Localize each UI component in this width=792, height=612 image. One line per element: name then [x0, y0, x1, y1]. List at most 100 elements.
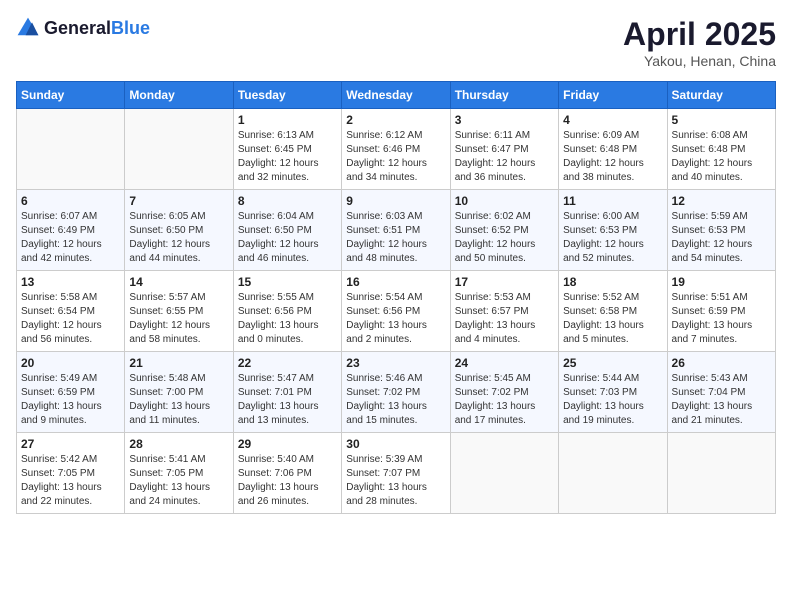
day-number: 16	[346, 275, 445, 289]
calendar-header-sunday: Sunday	[17, 82, 125, 109]
day-info: Sunrise: 6:05 AMSunset: 6:50 PMDaylight:…	[129, 210, 228, 266]
location-title: Yakou, Henan, China	[623, 53, 776, 69]
logo: GeneralBlue	[16, 16, 150, 40]
day-number: 5	[672, 113, 771, 127]
calendar-header-tuesday: Tuesday	[233, 82, 341, 109]
calendar-week-row: 20Sunrise: 5:49 AMSunset: 6:59 PMDayligh…	[17, 352, 776, 433]
calendar-day-cell: 28Sunrise: 5:41 AMSunset: 7:05 PMDayligh…	[125, 433, 233, 514]
day-number: 8	[238, 194, 337, 208]
day-number: 13	[21, 275, 120, 289]
day-info: Sunrise: 6:08 AMSunset: 6:48 PMDaylight:…	[672, 129, 771, 185]
title-area: April 2025 Yakou, Henan, China	[623, 16, 776, 69]
day-number: 17	[455, 275, 554, 289]
day-info: Sunrise: 5:44 AMSunset: 7:03 PMDaylight:…	[563, 372, 662, 428]
day-info: Sunrise: 6:09 AMSunset: 6:48 PMDaylight:…	[563, 129, 662, 185]
calendar-day-cell: 2 Sunrise: 6:12 AMSunset: 6:46 PMDaylight…	[342, 109, 450, 190]
day-info: Sunrise: 5:54 AMSunset: 6:56 PMDaylight:…	[346, 291, 445, 347]
calendar-day-cell: 19 Sunrise: 5:51 AMSunset: 6:59 PMDayligh…	[667, 271, 775, 352]
day-number: 6	[21, 194, 120, 208]
calendar-day-cell: 24 Sunrise: 5:45 AMSunset: 7:02 PMDayligh…	[450, 352, 558, 433]
calendar-day-cell: 5 Sunrise: 6:08 AMSunset: 6:48 PMDaylight…	[667, 109, 775, 190]
day-info: Sunrise: 5:42 AMSunset: 7:05 PMDaylight:…	[21, 453, 120, 509]
logo-text-blue: Blue	[111, 18, 150, 38]
calendar-day-cell	[559, 433, 667, 514]
calendar-day-cell: 1Sunrise: 6:13 AMSunset: 6:45 PMDaylight…	[233, 109, 341, 190]
day-number: 25	[563, 356, 662, 370]
day-info: Sunrise: 6:02 AMSunset: 6:52 PMDaylight:…	[455, 210, 554, 266]
day-info: Sunrise: 5:45 AMSunset: 7:02 PMDaylight:…	[455, 372, 554, 428]
calendar-header-thursday: Thursday	[450, 82, 558, 109]
day-number: 1	[238, 113, 337, 127]
day-number: 22	[238, 356, 337, 370]
day-info: Sunrise: 5:40 AMSunset: 7:06 PMDaylight:…	[238, 453, 337, 509]
day-info: Sunrise: 5:59 AMSunset: 6:53 PMDaylight:…	[672, 210, 771, 266]
calendar-day-cell: 15 Sunrise: 5:55 AMSunset: 6:56 PMDayligh…	[233, 271, 341, 352]
day-number: 21	[129, 356, 228, 370]
day-number: 2	[346, 113, 445, 127]
day-info: Sunrise: 5:51 AMSunset: 6:59 PMDaylight:…	[672, 291, 771, 347]
day-info: Sunrise: 5:47 AMSunset: 7:01 PMDaylight:…	[238, 372, 337, 428]
day-number: 27	[21, 437, 120, 451]
day-info: Sunrise: 6:11 AMSunset: 6:47 PMDaylight:…	[455, 129, 554, 185]
calendar-header-wednesday: Wednesday	[342, 82, 450, 109]
calendar-day-cell: 17 Sunrise: 5:53 AMSunset: 6:57 PMDayligh…	[450, 271, 558, 352]
calendar-day-cell	[17, 109, 125, 190]
page-header: GeneralBlue April 2025 Yakou, Henan, Chi…	[16, 16, 776, 69]
day-info: Sunrise: 5:46 AMSunset: 7:02 PMDaylight:…	[346, 372, 445, 428]
day-info: Sunrise: 5:53 AMSunset: 6:57 PMDaylight:…	[455, 291, 554, 347]
calendar-day-cell: 12 Sunrise: 5:59 AMSunset: 6:53 PMDayligh…	[667, 190, 775, 271]
day-info: Sunrise: 6:00 AMSunset: 6:53 PMDaylight:…	[563, 210, 662, 266]
calendar-day-cell: 30 Sunrise: 5:39 AMSunset: 7:07 PMDayligh…	[342, 433, 450, 514]
day-info: Sunrise: 6:12 AMSunset: 6:46 PMDaylight:…	[346, 129, 445, 185]
day-info: Sunrise: 5:39 AMSunset: 7:07 PMDaylight:…	[346, 453, 445, 509]
day-number: 15	[238, 275, 337, 289]
day-number: 29	[238, 437, 337, 451]
day-number: 14	[129, 275, 228, 289]
calendar-day-cell: 18Sunrise: 5:52 AMSunset: 6:58 PMDayligh…	[559, 271, 667, 352]
day-info: Sunrise: 5:58 AMSunset: 6:54 PMDaylight:…	[21, 291, 120, 347]
calendar-day-cell: 21Sunrise: 5:48 AMSunset: 7:00 PMDayligh…	[125, 352, 233, 433]
day-number: 4	[563, 113, 662, 127]
day-info: Sunrise: 5:57 AMSunset: 6:55 PMDaylight:…	[129, 291, 228, 347]
day-number: 26	[672, 356, 771, 370]
day-info: Sunrise: 5:43 AMSunset: 7:04 PMDaylight:…	[672, 372, 771, 428]
calendar-day-cell: 3Sunrise: 6:11 AMSunset: 6:47 PMDaylight…	[450, 109, 558, 190]
day-number: 18	[563, 275, 662, 289]
day-number: 11	[563, 194, 662, 208]
calendar-day-cell: 9 Sunrise: 6:03 AMSunset: 6:51 PMDaylight…	[342, 190, 450, 271]
calendar-day-cell: 16 Sunrise: 5:54 AMSunset: 6:56 PMDayligh…	[342, 271, 450, 352]
day-number: 30	[346, 437, 445, 451]
calendar-day-cell	[125, 109, 233, 190]
calendar-day-cell: 26 Sunrise: 5:43 AMSunset: 7:04 PMDayligh…	[667, 352, 775, 433]
calendar-day-cell: 7Sunrise: 6:05 AMSunset: 6:50 PMDaylight…	[125, 190, 233, 271]
calendar-day-cell: 25 Sunrise: 5:44 AMSunset: 7:03 PMDayligh…	[559, 352, 667, 433]
calendar-week-row: 1Sunrise: 6:13 AMSunset: 6:45 PMDaylight…	[17, 109, 776, 190]
day-number: 9	[346, 194, 445, 208]
calendar-header-friday: Friday	[559, 82, 667, 109]
calendar-day-cell: 27 Sunrise: 5:42 AMSunset: 7:05 PMDayligh…	[17, 433, 125, 514]
day-number: 20	[21, 356, 120, 370]
calendar-table: SundayMondayTuesdayWednesdayThursdayFrid…	[16, 81, 776, 514]
calendar-week-row: 27 Sunrise: 5:42 AMSunset: 7:05 PMDayligh…	[17, 433, 776, 514]
calendar-week-row: 6 Sunrise: 6:07 AMSunset: 6:49 PMDaylight…	[17, 190, 776, 271]
day-number: 23	[346, 356, 445, 370]
day-info: Sunrise: 6:07 AMSunset: 6:49 PMDaylight:…	[21, 210, 120, 266]
calendar-week-row: 13 Sunrise: 5:58 AMSunset: 6:54 PMDayligh…	[17, 271, 776, 352]
day-info: Sunrise: 5:55 AMSunset: 6:56 PMDaylight:…	[238, 291, 337, 347]
calendar-day-cell: 8Sunrise: 6:04 AMSunset: 6:50 PMDaylight…	[233, 190, 341, 271]
calendar-day-cell: 14 Sunrise: 5:57 AMSunset: 6:55 PMDayligh…	[125, 271, 233, 352]
logo-text-general: General	[44, 18, 111, 38]
calendar-day-cell: 10Sunrise: 6:02 AMSunset: 6:52 PMDayligh…	[450, 190, 558, 271]
calendar-day-cell	[667, 433, 775, 514]
calendar-day-cell: 29 Sunrise: 5:40 AMSunset: 7:06 PMDayligh…	[233, 433, 341, 514]
day-number: 19	[672, 275, 771, 289]
logo-icon	[16, 16, 40, 40]
day-info: Sunrise: 6:03 AMSunset: 6:51 PMDaylight:…	[346, 210, 445, 266]
calendar-day-cell: 13 Sunrise: 5:58 AMSunset: 6:54 PMDayligh…	[17, 271, 125, 352]
day-number: 12	[672, 194, 771, 208]
calendar-header-saturday: Saturday	[667, 82, 775, 109]
calendar-day-cell: 20Sunrise: 5:49 AMSunset: 6:59 PMDayligh…	[17, 352, 125, 433]
calendar-day-cell: 22 Sunrise: 5:47 AMSunset: 7:01 PMDayligh…	[233, 352, 341, 433]
calendar-header-monday: Monday	[125, 82, 233, 109]
day-number: 24	[455, 356, 554, 370]
